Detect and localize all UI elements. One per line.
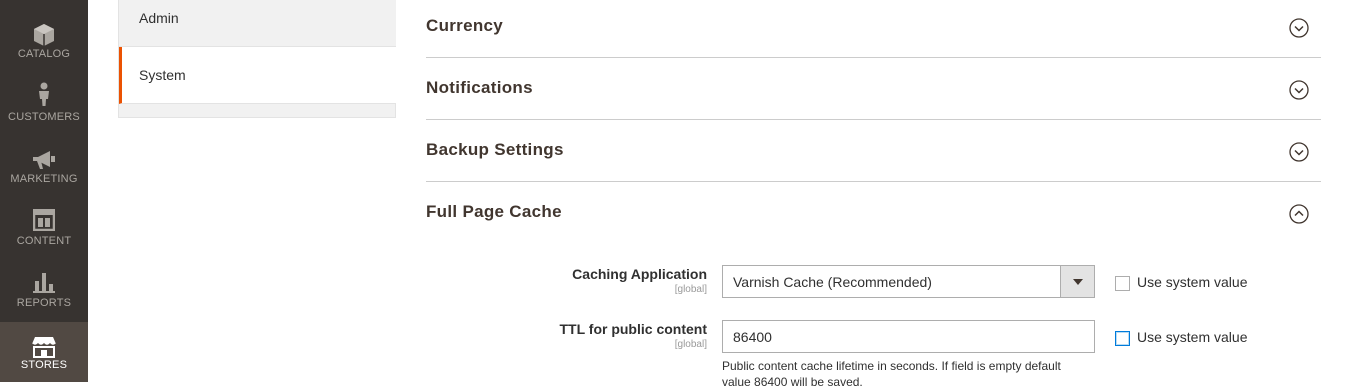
layout-icon [0, 207, 88, 233]
section-title: Backup Settings [426, 140, 564, 159]
nav-label: MARKETING [10, 173, 78, 185]
megaphone-icon [0, 147, 88, 173]
section-title: Full Page Cache [426, 202, 562, 221]
nav-label: CUSTOMERS [8, 111, 80, 123]
ttl-input[interactable] [722, 320, 1095, 353]
nav-label: REPORTS [16, 297, 72, 309]
tab-label: Admin [139, 10, 179, 26]
ttl-label: TTL for public content [559, 321, 707, 337]
section-backup-settings[interactable]: Backup Settings [426, 120, 1321, 182]
ttl-use-system-checkbox[interactable] [1115, 331, 1130, 346]
ttl-note: Public content cache lifetime in seconds… [722, 359, 1061, 389]
section-full-page-cache[interactable]: Full Page Cache [426, 182, 1321, 244]
use-system-value-label[interactable]: Use system value [1137, 329, 1247, 345]
caching-application-use-system-checkbox[interactable] [1115, 276, 1130, 291]
chevron-down-icon [1289, 80, 1309, 100]
bar-chart-icon [0, 269, 88, 295]
storefront-icon [0, 334, 88, 360]
tab-system[interactable]: System [119, 47, 396, 104]
scope-label: [global] [674, 339, 707, 350]
section-title: Notifications [426, 78, 533, 97]
config-tabs: Admin System [118, 0, 396, 118]
nav-item-marketing[interactable]: MARKETING [0, 124, 88, 186]
select-value: Varnish Cache (Recommended) [733, 273, 932, 290]
nav-label: CATALOG [17, 48, 71, 60]
caching-application-select[interactable]: Varnish Cache (Recommended) [722, 265, 1095, 298]
admin-sidebar: CATALOG CUSTOMERS MARKETING CONTENT REPO… [0, 0, 88, 382]
section-currency[interactable]: Currency [426, 0, 1321, 58]
nav-item-reports[interactable]: REPORTS [0, 248, 88, 310]
nav-item-customers[interactable]: CUSTOMERS [0, 62, 88, 124]
tab-admin[interactable]: Admin [119, 0, 396, 47]
chevron-up-icon [1289, 204, 1309, 224]
scope-label: [global] [674, 284, 707, 295]
tab-label: System [139, 67, 186, 83]
person-icon [0, 81, 88, 107]
caching-application-label-col: Caching Application [global] [420, 265, 707, 325]
nav-label: STORES [20, 359, 68, 371]
nav-item-content[interactable]: CONTENT [0, 186, 88, 248]
section-title: Currency [426, 16, 504, 35]
nav-item-stores[interactable]: STORES [0, 322, 88, 382]
nav-item-catalog[interactable]: CATALOG [0, 0, 88, 62]
select-arrow-button[interactable] [1060, 266, 1094, 297]
chevron-down-icon [1289, 142, 1309, 162]
caret-down-icon [1072, 278, 1083, 285]
use-system-value-label[interactable]: Use system value [1137, 274, 1247, 290]
cube-icon [0, 22, 88, 48]
section-notifications[interactable]: Notifications [426, 58, 1321, 120]
nav-label: CONTENT [16, 235, 72, 247]
chevron-down-icon [1289, 18, 1309, 38]
caching-application-label: Caching Application [572, 266, 707, 282]
ttl-label-col: TTL for public content [global] [420, 320, 707, 380]
